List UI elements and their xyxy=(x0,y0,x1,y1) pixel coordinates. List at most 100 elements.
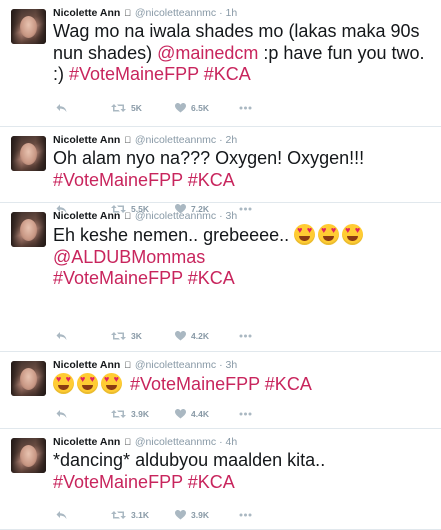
tweet-text: *dancing* aldubyou maalden kita.. #VoteM… xyxy=(53,450,433,493)
like-count: 3.9K xyxy=(191,510,209,520)
reply-icon xyxy=(56,103,67,113)
tweet-header: Nicolette Ann  @nicoletteannmc · 3h xyxy=(53,358,433,372)
like-count: 6.5K xyxy=(191,103,209,113)
like-button[interactable]: 4.2K xyxy=(175,329,209,343)
reply-button[interactable] xyxy=(56,407,67,421)
heart-eyes-emoji-icon xyxy=(53,373,74,394)
tweet: Nicolette Ann  @nicoletteannmc · 3h Eh … xyxy=(0,203,441,352)
hashtag-link[interactable]: #VoteMaineFPP xyxy=(53,268,183,288)
author-handle[interactable]: @nicoletteannmc xyxy=(135,7,216,19)
heart-icon xyxy=(175,409,186,419)
tweet-text: Eh keshe nemen.. grebeeee.. @ALDUBMommas… xyxy=(53,224,433,290)
heart-icon xyxy=(175,510,186,520)
retweet-button[interactable]: 3.1K xyxy=(111,508,149,522)
like-count: 4.4K xyxy=(191,409,209,419)
more-icon xyxy=(239,334,252,338)
retweet-count: 5K xyxy=(131,103,142,113)
author-name[interactable]: Nicolette Ann xyxy=(53,359,120,371)
like-button[interactable]: 6.5K xyxy=(175,101,209,115)
reply-icon xyxy=(56,510,67,520)
like-button[interactable]: 4.4K xyxy=(175,407,209,421)
hashtag-link[interactable]: #KCA xyxy=(204,64,251,84)
reply-button[interactable] xyxy=(56,508,67,522)
hashtag-link[interactable]: #VoteMaineFPP xyxy=(69,64,199,84)
hashtag-link[interactable]: #KCA xyxy=(188,170,235,190)
tweet-text-segment: *dancing* aldubyou maalden kita.. xyxy=(53,450,326,470)
reply-button[interactable] xyxy=(56,101,67,115)
author-handle[interactable]: @nicoletteannmc xyxy=(135,134,216,146)
tweet-header: Nicolette Ann  @nicoletteannmc · 2h xyxy=(53,133,433,147)
retweet-button[interactable]: 5K xyxy=(111,101,142,115)
hashtag-link[interactable]: #KCA xyxy=(265,374,312,394)
more-icon xyxy=(239,513,252,517)
separator: · xyxy=(219,210,223,222)
tweet-timestamp[interactable]: 2h xyxy=(226,134,238,146)
tweet-text-segment: Oh alam nyo na??? Oxygen! Oxygen!!! xyxy=(53,148,365,168)
avatar[interactable] xyxy=(11,136,46,171)
like-button[interactable]: 3.9K xyxy=(175,508,209,522)
tweet: Nicolette Ann  @nicoletteannmc · 4h *da… xyxy=(0,429,441,530)
tweet-header: Nicolette Ann  @nicoletteannmc · 1h xyxy=(53,6,433,20)
tweet-timestamp[interactable]: 1h xyxy=(226,7,238,19)
avatar[interactable] xyxy=(11,438,46,473)
more-button[interactable] xyxy=(239,329,252,343)
separator: · xyxy=(219,436,223,448)
retweet-button[interactable]: 3.9K xyxy=(111,407,149,421)
author-name[interactable]: Nicolette Ann xyxy=(53,7,120,19)
apple-icon:  xyxy=(124,437,131,447)
author-handle[interactable]: @nicoletteannmc xyxy=(135,359,216,371)
heart-icon xyxy=(175,103,186,113)
tweet-text: Oh alam nyo na??? Oxygen! Oxygen!!! #Vot… xyxy=(53,148,433,191)
tweet-text: Wag mo na iwala shades mo (lakas maka 90… xyxy=(53,21,433,86)
author-name[interactable]: Nicolette Ann xyxy=(53,134,120,146)
heart-eyes-emoji-icon xyxy=(342,224,364,245)
more-button[interactable] xyxy=(239,407,252,421)
tweet-timestamp[interactable]: 3h xyxy=(226,210,238,222)
author-handle[interactable]: @nicoletteannmc xyxy=(135,210,216,222)
mention-link[interactable]: @ALDUBMommas xyxy=(53,247,205,267)
tweet: Nicolette Ann  @nicoletteannmc · 3h #Vo… xyxy=(0,352,441,429)
retweet-count: 3K xyxy=(131,331,142,341)
apple-icon:  xyxy=(124,8,131,18)
author-handle[interactable]: @nicoletteannmc xyxy=(135,436,216,448)
reply-button[interactable] xyxy=(56,329,67,343)
tweet-content: Nicolette Ann  @nicoletteannmc · 2h Oh … xyxy=(53,127,433,191)
apple-icon:  xyxy=(124,211,131,221)
like-count: 4.2K xyxy=(191,331,209,341)
retweet-button[interactable]: 3K xyxy=(111,329,142,343)
more-button[interactable] xyxy=(239,101,252,115)
reply-icon xyxy=(56,331,67,341)
mention-link[interactable]: @mainedcm xyxy=(157,43,258,63)
reply-icon xyxy=(56,409,67,419)
author-name[interactable]: Nicolette Ann xyxy=(53,436,120,448)
tweet-header: Nicolette Ann  @nicoletteannmc · 4h xyxy=(53,435,433,449)
separator: · xyxy=(219,359,223,371)
tweet-text: #VoteMaineFPP #KCA xyxy=(53,373,433,396)
more-icon xyxy=(239,106,252,110)
tweet-text-segment: Eh keshe nemen.. grebeeee.. xyxy=(53,225,295,245)
tweet-timestamp[interactable]: 3h xyxy=(226,359,238,371)
tweet-timestamp[interactable]: 4h xyxy=(226,436,238,448)
hashtag-link[interactable]: #VoteMaineFPP xyxy=(53,472,183,492)
tweet-content: Nicolette Ann  @nicoletteannmc · 3h Eh … xyxy=(53,203,433,290)
hashtag-link[interactable]: #KCA xyxy=(188,472,235,492)
hashtag-link[interactable]: #KCA xyxy=(188,268,235,288)
avatar[interactable] xyxy=(11,361,46,396)
tweet-content: Nicolette Ann  @nicoletteannmc · 3h #Vo… xyxy=(53,352,433,396)
tweet-header: Nicolette Ann  @nicoletteannmc · 3h xyxy=(53,209,433,223)
author-name[interactable]: Nicolette Ann xyxy=(53,210,120,222)
tweet: Nicolette Ann  @nicoletteannmc · 1h Wag… xyxy=(0,0,441,127)
tweet-content: Nicolette Ann  @nicoletteannmc · 1h Wag… xyxy=(53,0,433,86)
more-icon xyxy=(239,412,252,416)
avatar[interactable] xyxy=(11,212,46,247)
retweet-icon xyxy=(111,510,126,520)
retweet-count: 3.1K xyxy=(131,510,149,520)
more-button[interactable] xyxy=(239,508,252,522)
retweet-icon xyxy=(111,409,126,419)
hashtag-link[interactable]: #VoteMaineFPP xyxy=(130,374,260,394)
tweet: Nicolette Ann  @nicoletteannmc · 2h Oh … xyxy=(0,127,441,214)
hashtag-link[interactable]: #VoteMaineFPP xyxy=(53,170,183,190)
heart-eyes-emoji-icon xyxy=(318,224,340,245)
heart-icon xyxy=(175,331,186,341)
avatar[interactable] xyxy=(11,9,46,44)
